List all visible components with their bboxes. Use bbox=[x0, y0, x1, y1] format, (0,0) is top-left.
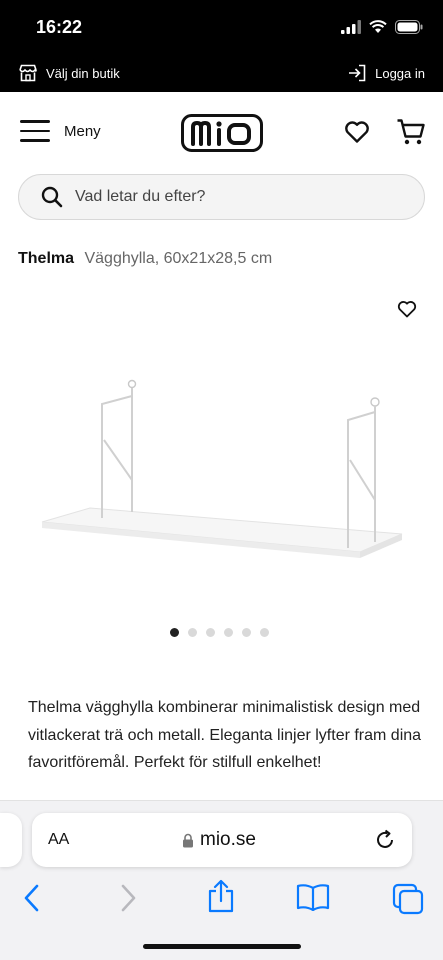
safari-chrome: AA mio.se bbox=[0, 800, 443, 960]
url-display[interactable]: mio.se bbox=[182, 829, 256, 851]
reader-text-size-button[interactable]: AA bbox=[48, 831, 69, 849]
signal-icon bbox=[341, 20, 361, 34]
image-carousel-dots bbox=[170, 628, 269, 637]
bookmarks-icon[interactable] bbox=[296, 883, 330, 911]
status-icons bbox=[341, 20, 423, 34]
product-subtitle: Vägghylla, 60x21x28,5 cm bbox=[84, 250, 273, 267]
choose-store-label: Välj din butik bbox=[46, 65, 120, 81]
mio-logo[interactable] bbox=[181, 114, 263, 152]
choose-store-link[interactable]: Välj din butik bbox=[18, 64, 120, 82]
wishlist-heart-icon[interactable] bbox=[344, 120, 370, 144]
url-text: mio.se bbox=[200, 829, 256, 850]
status-bar: 16:22 bbox=[0, 0, 443, 56]
browser-toolbar bbox=[0, 879, 443, 919]
back-icon[interactable] bbox=[22, 883, 42, 913]
carousel-dot[interactable] bbox=[260, 628, 269, 637]
login-icon bbox=[349, 64, 366, 82]
reload-icon[interactable] bbox=[374, 829, 396, 851]
search-input[interactable] bbox=[75, 188, 375, 206]
share-icon[interactable] bbox=[206, 879, 236, 913]
menu-button[interactable]: Meny bbox=[20, 120, 101, 142]
hamburger-icon bbox=[20, 120, 50, 142]
previous-tab-peek[interactable] bbox=[0, 813, 22, 867]
tabs-icon[interactable] bbox=[392, 883, 424, 915]
carousel-dot[interactable] bbox=[242, 628, 251, 637]
carousel-dot[interactable] bbox=[170, 628, 179, 637]
menu-label: Meny bbox=[64, 122, 101, 140]
add-to-wishlist-icon[interactable] bbox=[397, 300, 417, 318]
search-icon bbox=[41, 186, 63, 208]
wifi-icon bbox=[369, 20, 387, 33]
search-bar[interactable] bbox=[18, 174, 425, 220]
status-time: 16:22 bbox=[36, 17, 83, 37]
forward-icon[interactable] bbox=[118, 883, 138, 913]
cart-icon[interactable] bbox=[396, 118, 426, 146]
store-icon bbox=[19, 64, 37, 82]
carousel-dot[interactable] bbox=[224, 628, 233, 637]
battery-icon bbox=[395, 20, 423, 34]
login-label: Logga in bbox=[375, 65, 425, 81]
carousel-dot[interactable] bbox=[188, 628, 197, 637]
product-description: Thelma vägghylla kombinerar minimalistis… bbox=[28, 699, 422, 771]
aa-label: AA bbox=[48, 831, 70, 848]
lock-icon bbox=[183, 833, 193, 847]
carousel-dot[interactable] bbox=[206, 628, 215, 637]
login-link[interactable]: Logga in bbox=[347, 64, 425, 82]
site-header: Meny bbox=[0, 92, 443, 172]
home-indicator[interactable] bbox=[143, 944, 301, 949]
product-image[interactable] bbox=[30, 370, 410, 570]
address-bar[interactable]: AA mio.se bbox=[32, 813, 412, 867]
product-name: Thelma bbox=[18, 250, 75, 267]
product-title: Thelma Vägghylla, 60x21x28,5 cm bbox=[18, 250, 272, 268]
top-utility-bar: Välj din butik Logga in bbox=[0, 56, 443, 92]
